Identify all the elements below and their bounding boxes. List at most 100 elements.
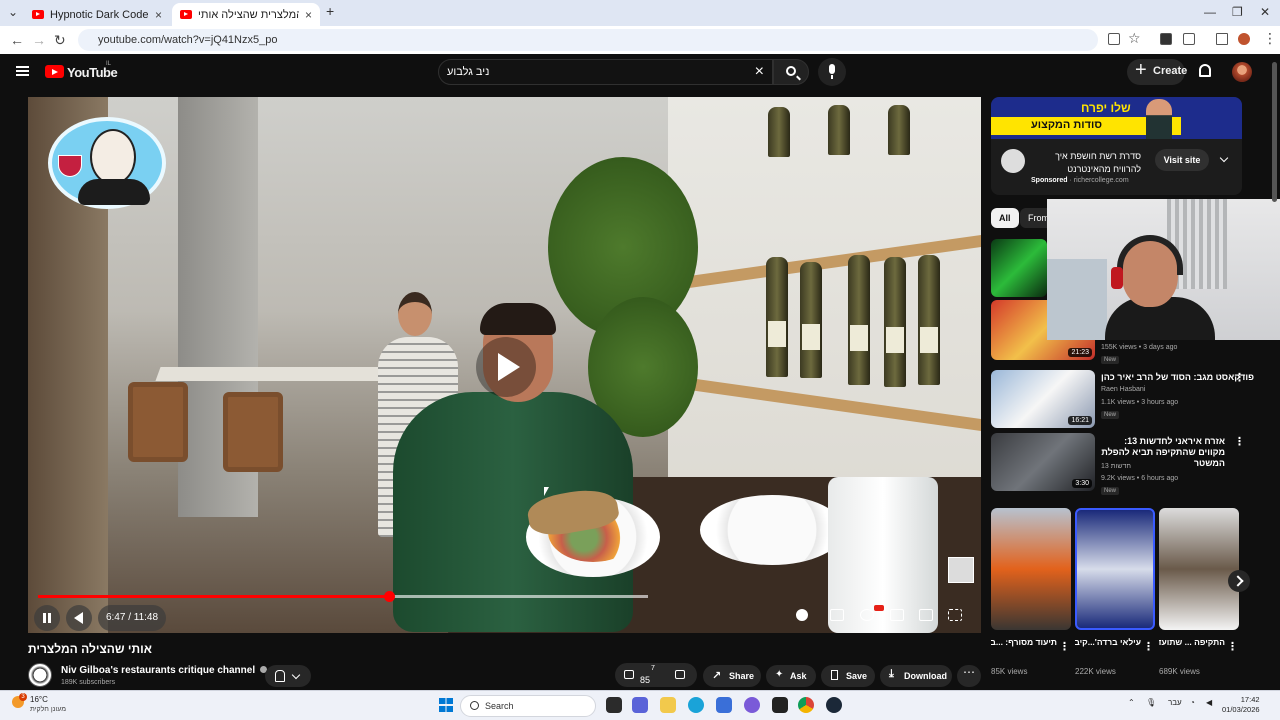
short-thumbnail[interactable]	[991, 508, 1071, 630]
browser-tab-1[interactable]: Hypnotic Dark Code | Futuristic ×	[24, 3, 170, 26]
recommendation-menu-icon[interactable]: ⋮	[1234, 371, 1245, 384]
browser-tab-2[interactable]: המלצרית שהצילה אותי - ... ×	[172, 3, 320, 26]
channel-name[interactable]: Niv Gilboa's restaurants critique channe…	[61, 665, 268, 676]
media-controls-icon[interactable]	[1216, 33, 1228, 45]
ask-button[interactable]: ✦ Ask	[766, 665, 816, 687]
progress-bar[interactable]	[38, 591, 648, 602]
recommendation-channel[interactable]: Raen Hasbani	[1101, 386, 1145, 393]
autoplay-toggle-icon[interactable]	[796, 609, 808, 621]
reload-icon[interactable]: ↻	[54, 32, 66, 49]
messenger-icon[interactable]	[744, 697, 760, 713]
new-tab-button[interactable]: +	[326, 3, 334, 19]
settings-gear-icon[interactable]	[860, 609, 874, 621]
dislike-thumb-icon[interactable]	[675, 670, 685, 679]
chip-all[interactable]: All	[991, 208, 1019, 228]
input-language[interactable]: עבר	[1168, 698, 1182, 707]
ad-banner-image[interactable]: שלו יפרח סודות המקצוע	[991, 97, 1242, 139]
store-icon[interactable]	[716, 697, 732, 713]
page-scrollbar[interactable]	[1272, 62, 1277, 202]
channel-watermark[interactable]	[948, 557, 974, 583]
short-title[interactable]: התקיפה ... שתועדה	[1159, 637, 1225, 647]
short-title[interactable]: תיעוד מסורף: ...ברר ירוש נפל	[991, 637, 1057, 647]
advertiser-logo[interactable]	[1001, 149, 1025, 173]
recommendation-thumbnail[interactable]: 16:21	[991, 370, 1095, 428]
subtitles-icon[interactable]	[830, 609, 844, 621]
recommendation-title[interactable]: פודקאסט מגב: הסוד של הרב יאיר כהן	[1101, 372, 1254, 382]
search-button[interactable]	[773, 59, 809, 85]
tab-search-icon[interactable]: ⌄	[8, 5, 18, 19]
close-window-icon[interactable]: ✕	[1260, 5, 1270, 19]
edge-icon[interactable]	[688, 697, 704, 713]
extension-icon[interactable]	[1160, 33, 1172, 45]
cast-icon[interactable]	[919, 609, 933, 621]
share-button[interactable]: ↗ Share	[703, 665, 761, 687]
task-view-icon[interactable]	[606, 697, 622, 713]
pause-button[interactable]	[34, 605, 60, 631]
create-button[interactable]: Create	[1127, 59, 1187, 85]
voice-search-mic-icon[interactable]	[818, 58, 846, 86]
extensions-puzzle-icon[interactable]	[1183, 33, 1195, 45]
search-input[interactable]: ניב גלבוע	[447, 66, 489, 78]
github-icon[interactable]	[772, 697, 788, 713]
chrome-icon[interactable]	[798, 697, 814, 713]
download-button[interactable]: ⤓ Download	[880, 665, 952, 687]
video-player[interactable]: 6:47 / 11:48	[28, 97, 981, 633]
windows-taskbar: 3 16°C מעונן חלקית Search ⌃ 🎙 עבר ◔ ◀ 17…	[0, 690, 1280, 720]
notifications-bell-icon[interactable]	[1199, 64, 1211, 77]
mute-button[interactable]	[66, 605, 92, 631]
save-button[interactable]: Save	[821, 665, 875, 687]
recommendation-menu-icon[interactable]: ⋮	[1234, 435, 1245, 448]
miniplayer-icon[interactable]	[890, 609, 904, 621]
close-tab-icon[interactable]: ×	[155, 8, 162, 22]
volume-icon[interactable]: ◀	[1206, 698, 1212, 707]
weather-temperature[interactable]: 16°C	[30, 695, 48, 704]
system-clock[interactable]: 17:42 01/03/2026	[1222, 695, 1260, 715]
search-box[interactable]: ניב גלבוע ×	[438, 59, 773, 85]
teams-icon[interactable]	[632, 697, 648, 713]
sponsored-ad[interactable]: שלו יפרח סודות המקצוע סדרת רשת חושפת איך…	[991, 97, 1242, 195]
profile-avatar-icon[interactable]	[1238, 33, 1250, 45]
wifi-icon[interactable]: ◔	[1190, 698, 1195, 707]
tray-mic-icon[interactable]: 🎙	[1146, 698, 1156, 707]
shorts-next-icon[interactable]	[1228, 570, 1250, 592]
browser-menu-icon[interactable]: ⋮	[1263, 30, 1277, 47]
channel-avatar[interactable]	[28, 663, 52, 687]
minimize-icon[interactable]: —	[1204, 5, 1216, 19]
back-icon[interactable]: ←	[10, 32, 24, 48]
subscription-bell-button[interactable]	[265, 665, 311, 687]
windows-start-icon[interactable]	[439, 698, 453, 712]
recommendation-channel[interactable]: חדשות 13	[1101, 463, 1131, 470]
visit-site-button[interactable]: Visit site	[1155, 149, 1209, 171]
video-scene-chair	[128, 382, 188, 462]
like-thumb-icon[interactable]	[624, 670, 634, 679]
bookmark-star-icon[interactable]: ☆	[1128, 30, 1141, 47]
steam-icon[interactable]	[826, 697, 842, 713]
short-thumbnail[interactable]	[1075, 508, 1155, 630]
file-explorer-icon[interactable]	[660, 697, 676, 713]
tray-overflow-icon[interactable]: ⌃	[1128, 698, 1135, 707]
forward-icon[interactable]: →	[32, 32, 46, 48]
account-avatar[interactable]	[1232, 62, 1252, 82]
maximize-icon[interactable]: ❐	[1232, 5, 1243, 19]
short-title[interactable]: עילאי ברדה'...קיבל בתקופה	[1075, 637, 1141, 647]
scrubber-handle[interactable]	[383, 591, 395, 602]
short-menu-icon[interactable]: ⋮	[1143, 640, 1154, 653]
more-actions-icon[interactable]: ⋯	[957, 665, 981, 687]
clear-search-icon[interactable]: ×	[755, 63, 764, 81]
youtube-wordmark[interactable]: YouTube	[67, 65, 118, 80]
fullscreen-icon[interactable]	[948, 609, 962, 621]
big-play-icon[interactable]	[476, 337, 536, 397]
guide-menu-icon[interactable]	[16, 66, 29, 76]
recommendation-thumbnail[interactable]: 3:30	[991, 433, 1095, 491]
short-menu-icon[interactable]: ⋮	[1227, 640, 1238, 653]
recommendation-thumbnail[interactable]	[991, 239, 1047, 297]
channel-caricature-logo	[48, 117, 166, 209]
close-tab-icon[interactable]: ×	[305, 8, 312, 22]
short-views: 222K views	[1075, 667, 1116, 676]
short-menu-icon[interactable]: ⋮	[1059, 640, 1070, 653]
address-bar[interactable]: youtube.com/watch?v=jQ41Nzx5_po	[78, 29, 1098, 51]
taskbar-search[interactable]: Search	[460, 695, 596, 717]
short-thumbnail[interactable]	[1159, 508, 1239, 630]
install-app-icon[interactable]	[1108, 33, 1120, 45]
youtube-logo-icon[interactable]	[45, 65, 64, 78]
